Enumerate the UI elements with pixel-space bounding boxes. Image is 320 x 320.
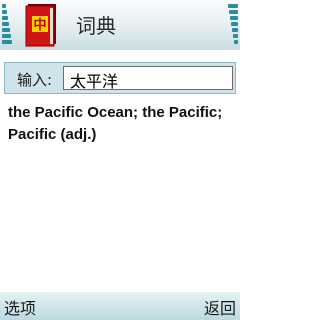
result-line: the Pacific Ocean; the Pacific; (8, 104, 223, 121)
back-softkey[interactable]: 返回 (204, 295, 236, 319)
app-title: 词典 (76, 14, 116, 38)
search-row: 输入: 太平洋 (4, 62, 236, 94)
svg-text:中: 中 (33, 17, 46, 33)
main-content: 输入: 太平洋 the Pacific Ocean; the Pacific; … (0, 50, 240, 292)
signal-strength-icon (2, 4, 12, 48)
search-label: 输入: (17, 71, 53, 89)
translation-result: the Pacific Ocean; the Pacific; Pacific … (8, 102, 234, 146)
search-input[interactable]: 太平洋 (63, 66, 233, 91)
title-bar: 中 词典 (0, 0, 240, 50)
search-input-value: 太平洋 (70, 72, 119, 91)
dictionary-book-icon: 中 (25, 4, 56, 47)
battery-level-icon (228, 4, 238, 48)
softkey-bar: 选项 返回 (0, 292, 240, 320)
result-line: Pacific (adj.) (8, 126, 97, 143)
options-softkey[interactable]: 选项 (4, 295, 36, 319)
